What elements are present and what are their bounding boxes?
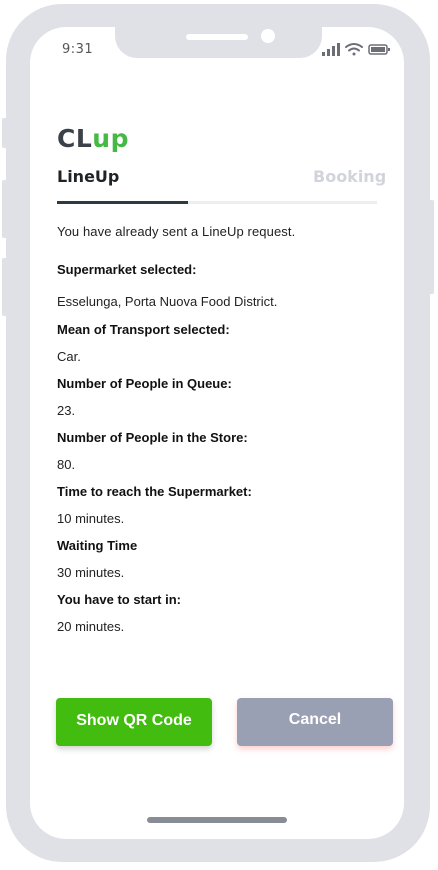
status-icons (322, 42, 392, 58)
request-status-text: You have already sent a LineUp request. (57, 224, 296, 239)
wifi-icon (345, 43, 363, 56)
battery-icon (368, 44, 390, 55)
speaker-slot (186, 34, 248, 40)
transport-value: Car. (57, 349, 81, 364)
travel-time-label: Time to reach the Supermarket: (57, 484, 252, 499)
logo-up: up (92, 124, 129, 153)
phone-side-button (2, 118, 8, 148)
home-indicator (147, 817, 287, 823)
queue-label: Number of People in Queue: (57, 376, 232, 391)
status-time: 9:31 (62, 42, 94, 57)
phone-side-button (428, 200, 434, 294)
app-logo: CLup (57, 124, 129, 153)
start-in-label: You have to start in: (57, 592, 181, 607)
travel-time-value: 10 minutes. (57, 511, 125, 526)
phone-side-button (2, 258, 8, 316)
show-qr-code-button[interactable]: Show QR Code (56, 698, 212, 746)
tab-active-indicator (57, 201, 188, 204)
waiting-time-value: 30 minutes. (57, 565, 125, 580)
start-in-value: 20 minutes. (57, 619, 125, 634)
waiting-time-label: Waiting Time (57, 538, 138, 553)
phone-side-button (2, 180, 8, 238)
transport-label: Mean of Transport selected: (57, 322, 230, 337)
queue-value: 23. (57, 403, 76, 418)
cancel-button[interactable]: Cancel (237, 698, 393, 746)
tab-booking[interactable]: Booking (313, 167, 386, 186)
camera-dot (261, 29, 275, 43)
logo-cl: CL (57, 124, 93, 153)
request-details: Supermarket selected: Esselunga, Porta N… (57, 261, 387, 636)
store-people-label: Number of People in the Store: (57, 430, 248, 445)
store-people-value: 80. (57, 457, 76, 472)
supermarket-label: Supermarket selected: (57, 262, 197, 277)
supermarket-value: Esselunga, Porta Nuova Food District. (57, 294, 278, 309)
phone-notch (115, 27, 322, 58)
signal-icon (322, 43, 340, 56)
tab-lineup[interactable]: LineUp (57, 167, 119, 186)
